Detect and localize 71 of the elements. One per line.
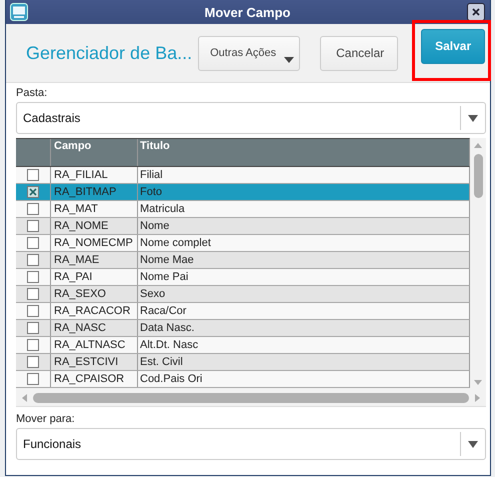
checkbox[interactable] (27, 356, 39, 368)
page-title: Gerenciador de Ba... (26, 42, 192, 64)
table-cell: RA_NASC (51, 320, 138, 336)
checkbox[interactable] (27, 305, 39, 317)
table-row[interactable]: RA_ALTNASC Alt.Dt. Nasc (16, 337, 470, 354)
folder-dropdown[interactable]: Cadastrais (16, 102, 486, 134)
checkbox[interactable] (27, 373, 39, 385)
table-cell: RA_ALTNASC (51, 337, 138, 353)
cancel-button[interactable]: Cancelar (320, 36, 398, 70)
table-cell: RA_SEXO (51, 286, 138, 302)
table-cell: RA_NOMECMP (51, 235, 138, 251)
dropdown-arrow-icon (468, 114, 478, 122)
table-row[interactable]: RA_NOMECMP Nome complet (16, 235, 470, 252)
checkbox[interactable] (27, 254, 39, 266)
table-row[interactable]: RA_MAT Matricula (16, 201, 470, 218)
table-cell: RA_RACACOR (51, 303, 138, 319)
table-cell: RA_PAI (51, 269, 138, 285)
table-cell: RA_MAE (51, 252, 138, 268)
table-cell: RA_ESTCIVI (51, 354, 138, 370)
table-cell-text: Nome Mae (139, 253, 195, 268)
table-cell-text: Raca/Cor (139, 304, 188, 319)
checkbox[interactable] (27, 322, 39, 334)
table-row[interactable]: RA_FILIAL Filial (16, 167, 470, 184)
checkbox[interactable] (27, 288, 39, 300)
destination-dropdown[interactable]: Funcionais (16, 428, 486, 460)
checkbox[interactable] (27, 339, 39, 351)
field-label: Mover para: (16, 413, 76, 425)
checkbox[interactable] (27, 220, 39, 232)
column-header: Campo (51, 139, 138, 166)
checkbox[interactable] (27, 271, 39, 283)
horizontal-scrollbar[interactable] (16, 390, 486, 407)
checkbox[interactable] (27, 169, 39, 181)
table-cell-text: Data Nasc. (139, 321, 196, 336)
table-row[interactable]: RA_PAI Nome Pai (16, 269, 470, 286)
checkbox[interactable] (27, 237, 39, 249)
scroll-thumb[interactable] (474, 154, 482, 198)
close-icon (472, 8, 480, 16)
table-cell-text: Alt.Dt. Nasc (139, 338, 200, 353)
table-row[interactable]: RA_CPAISOR Cod.Pais Ori (16, 371, 470, 388)
close-button[interactable] (467, 3, 485, 21)
window-title: Mover Campo (204, 4, 292, 20)
table-row[interactable]: RA_SEXO Sexo (16, 286, 470, 303)
table-row[interactable]: RA_MAE Nome Mae (16, 252, 470, 269)
table-cell: RA_BITMAP (51, 184, 138, 200)
column-header: Titulo (139, 139, 171, 154)
table-row[interactable]: RA_NASC Data Nasc. (16, 320, 470, 337)
table-row[interactable]: RA_BITMAP Foto (16, 184, 470, 201)
checkbox[interactable] (27, 186, 39, 198)
table-cell-text: Nome complet (139, 236, 212, 251)
menu-button[interactable]: Outras Ações (198, 36, 300, 70)
table-cell-text: Foto (139, 185, 164, 200)
caret-icon (284, 56, 294, 62)
table-cell: RA_FILIAL (51, 167, 138, 183)
dropdown-arrow-icon (468, 440, 478, 448)
table-cell-text: Cod.Pais Ori (139, 372, 204, 387)
scroll-thumb[interactable] (33, 393, 469, 403)
table-row[interactable]: RA_NOME Nome (16, 218, 470, 235)
table-cell: RA_MAT (51, 201, 138, 217)
table-cell: RA_NOME (51, 218, 138, 234)
table-cell-text: Filial (139, 168, 164, 183)
table-cell: RA_CPAISOR (51, 371, 138, 387)
monitor-icon (10, 3, 28, 21)
field-label: Pasta: (16, 87, 48, 99)
table-cell-text: Matricula (139, 202, 186, 217)
table-cell-text: Sexo (139, 287, 166, 302)
checkbox[interactable] (27, 203, 39, 215)
table-row[interactable]: RA_RACACOR Raca/Cor (16, 303, 470, 320)
table-row[interactable]: RA_ESTCIVI Est. Civil (16, 354, 470, 371)
table-cell-text: Nome Pai (139, 270, 190, 285)
table-cell-text: Nome (139, 219, 170, 234)
table-cell-text: Est. Civil (139, 355, 184, 370)
